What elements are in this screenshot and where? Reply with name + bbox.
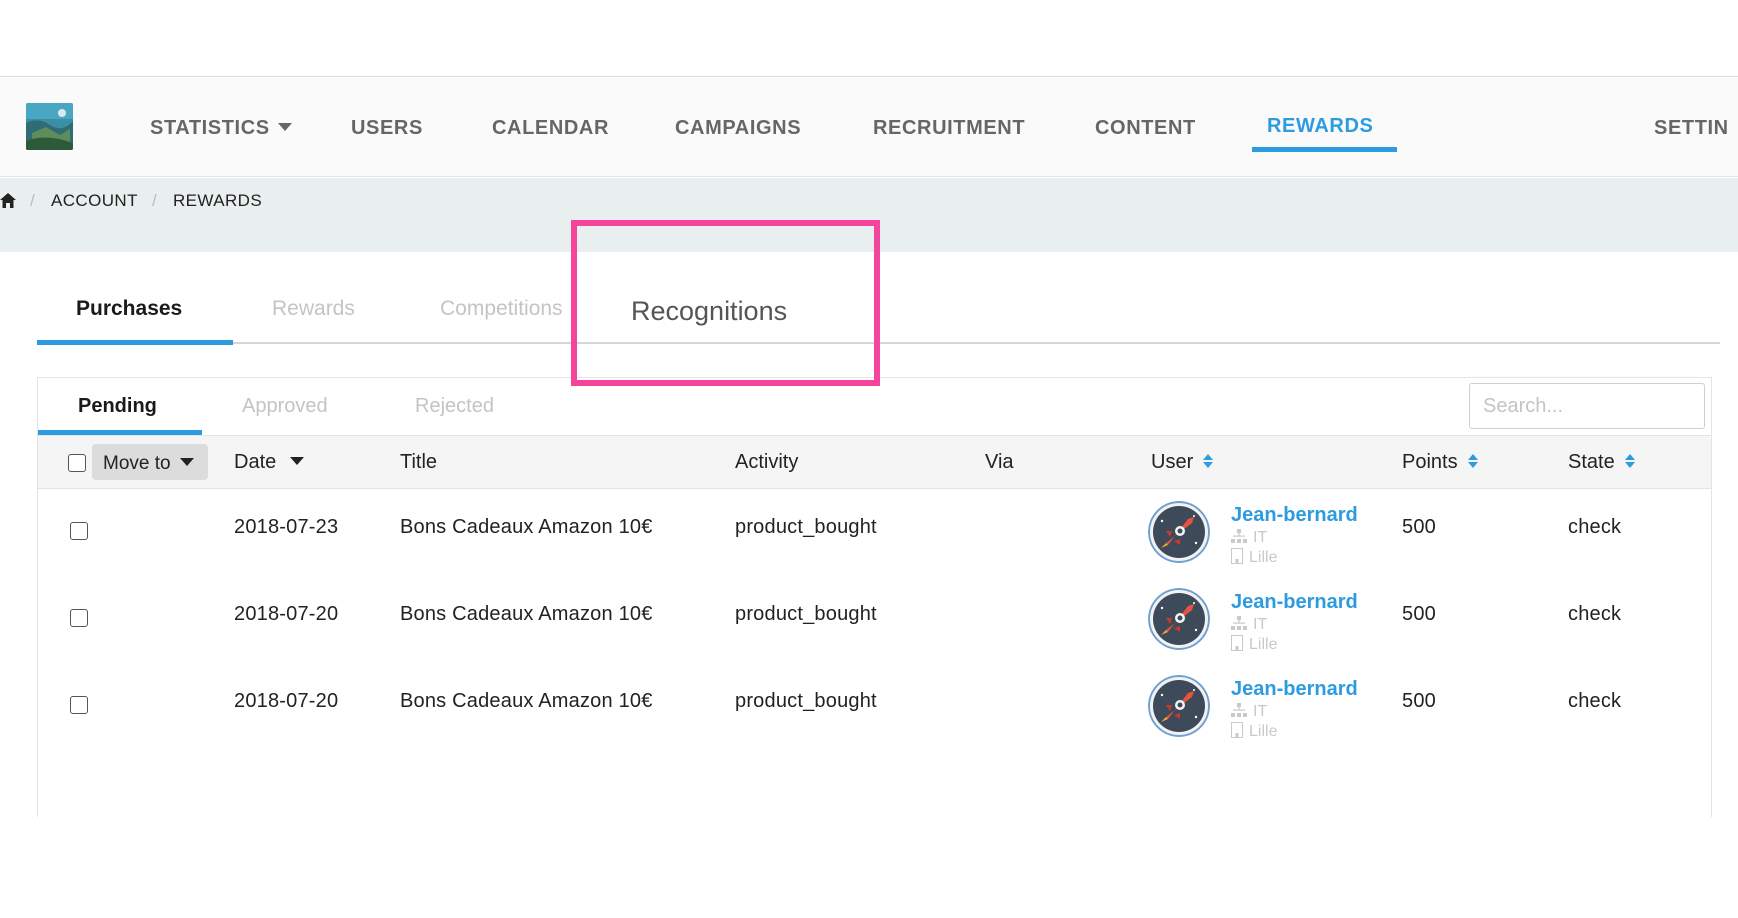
row-date: 2018-07-20 — [234, 690, 339, 712]
row-date: 2018-07-23 — [234, 516, 339, 538]
breadcrumb-separator: / — [152, 191, 157, 210]
recognitions-highlight-box — [571, 220, 880, 386]
user-name-link[interactable]: Jean-bernard — [1231, 504, 1358, 527]
nav-active-indicator — [1252, 147, 1397, 152]
app-logo[interactable] — [26, 103, 73, 150]
nav-recruitment[interactable]: RECRUITMENT — [873, 117, 1025, 140]
nav-settings[interactable]: SETTIN — [1654, 117, 1729, 140]
row-title: Bons Cadeaux Amazon 10€ — [400, 690, 653, 712]
user-team: IT — [1231, 703, 1267, 721]
subtab-rejected[interactable]: Rejected — [415, 395, 494, 418]
row-checkbox[interactable] — [70, 609, 88, 627]
column-via: Via — [985, 451, 1014, 473]
row-state: check — [1568, 603, 1622, 625]
column-state[interactable]: State — [1568, 451, 1635, 474]
nav-statistics[interactable]: STATISTICS — [150, 117, 292, 140]
sort-icon — [1467, 453, 1478, 468]
row-points: 500 — [1402, 690, 1436, 712]
user-team: IT — [1231, 616, 1267, 634]
row-title: Bons Cadeaux Amazon 10€ — [400, 516, 653, 538]
user-name-link[interactable]: Jean-bernard — [1231, 678, 1358, 701]
row-state: check — [1568, 516, 1622, 538]
user-site: Lille — [1231, 548, 1277, 567]
building-icon — [1231, 635, 1243, 652]
column-points[interactable]: Points — [1402, 451, 1478, 474]
table-header: Move to Date Title Activity Via User Poi… — [38, 435, 1711, 489]
row-checkbox[interactable] — [70, 696, 88, 714]
purchases-panel: Pending Approved Rejected Move to Date T… — [37, 377, 1712, 817]
org-chart-icon — [1231, 703, 1247, 718]
sort-desc-icon — [290, 457, 305, 466]
tab-competitions[interactable]: Competitions — [440, 297, 563, 321]
main-navbar: STATISTICS USERS CALENDAR CAMPAIGNS RECR… — [0, 78, 1738, 177]
move-to-button[interactable]: Move to — [92, 444, 208, 480]
column-user[interactable]: User — [1151, 451, 1214, 474]
building-icon — [1231, 722, 1243, 739]
table-row: 2018-07-23 Bons Cadeaux Amazon 10€ produ… — [38, 489, 1711, 576]
nav-content[interactable]: CONTENT — [1095, 117, 1196, 140]
tab-rewards[interactable]: Rewards — [272, 297, 355, 321]
top-strip — [0, 0, 1738, 77]
breadcrumb-account[interactable]: ACCOUNT — [51, 191, 138, 211]
row-activity: product_bought — [735, 516, 877, 538]
user-site: Lille — [1231, 635, 1277, 654]
nav-calendar[interactable]: CALENDAR — [492, 117, 609, 140]
row-points: 500 — [1402, 516, 1436, 538]
row-state: check — [1568, 690, 1622, 712]
tab-purchases[interactable]: Purchases — [76, 297, 182, 321]
breadcrumb-rewards[interactable]: REWARDS — [173, 191, 262, 211]
user-name-link[interactable]: Jean-bernard — [1231, 591, 1358, 614]
table-row: 2018-07-20 Bons Cadeaux Amazon 10€ produ… — [38, 663, 1711, 750]
nav-campaigns[interactable]: CAMPAIGNS — [675, 117, 801, 140]
building-icon — [1231, 548, 1243, 565]
search-input[interactable] — [1469, 383, 1705, 429]
avatar[interactable] — [1148, 501, 1210, 563]
row-title: Bons Cadeaux Amazon 10€ — [400, 603, 653, 625]
avatar[interactable] — [1148, 588, 1210, 650]
column-title: Title — [400, 451, 438, 473]
org-chart-icon — [1231, 616, 1247, 631]
breadcrumb-separator: / — [30, 191, 35, 210]
sort-icon — [1203, 453, 1214, 468]
table-row: 2018-07-20 Bons Cadeaux Amazon 10€ produ… — [38, 576, 1711, 663]
column-activity: Activity — [735, 451, 799, 473]
chevron-down-icon — [179, 457, 194, 466]
row-activity: product_bought — [735, 603, 877, 625]
subtab-approved[interactable]: Approved — [242, 395, 328, 418]
sort-icon — [1624, 453, 1635, 468]
user-team: IT — [1231, 529, 1267, 547]
user-site: Lille — [1231, 722, 1277, 741]
row-checkbox[interactable] — [70, 522, 88, 540]
chevron-down-icon — [277, 122, 292, 131]
org-chart-icon — [1231, 529, 1247, 544]
tab-active-indicator — [37, 340, 233, 345]
row-date: 2018-07-20 — [234, 603, 339, 625]
subtab-pending[interactable]: Pending — [78, 395, 157, 418]
nav-rewards[interactable]: REWARDS — [1267, 115, 1373, 138]
row-points: 500 — [1402, 603, 1436, 625]
home-icon[interactable] — [0, 193, 16, 208]
column-date[interactable]: Date — [234, 451, 305, 474]
nav-users[interactable]: USERS — [351, 117, 423, 140]
select-all-checkbox[interactable] — [68, 454, 86, 472]
avatar[interactable] — [1148, 675, 1210, 737]
row-activity: product_bought — [735, 690, 877, 712]
